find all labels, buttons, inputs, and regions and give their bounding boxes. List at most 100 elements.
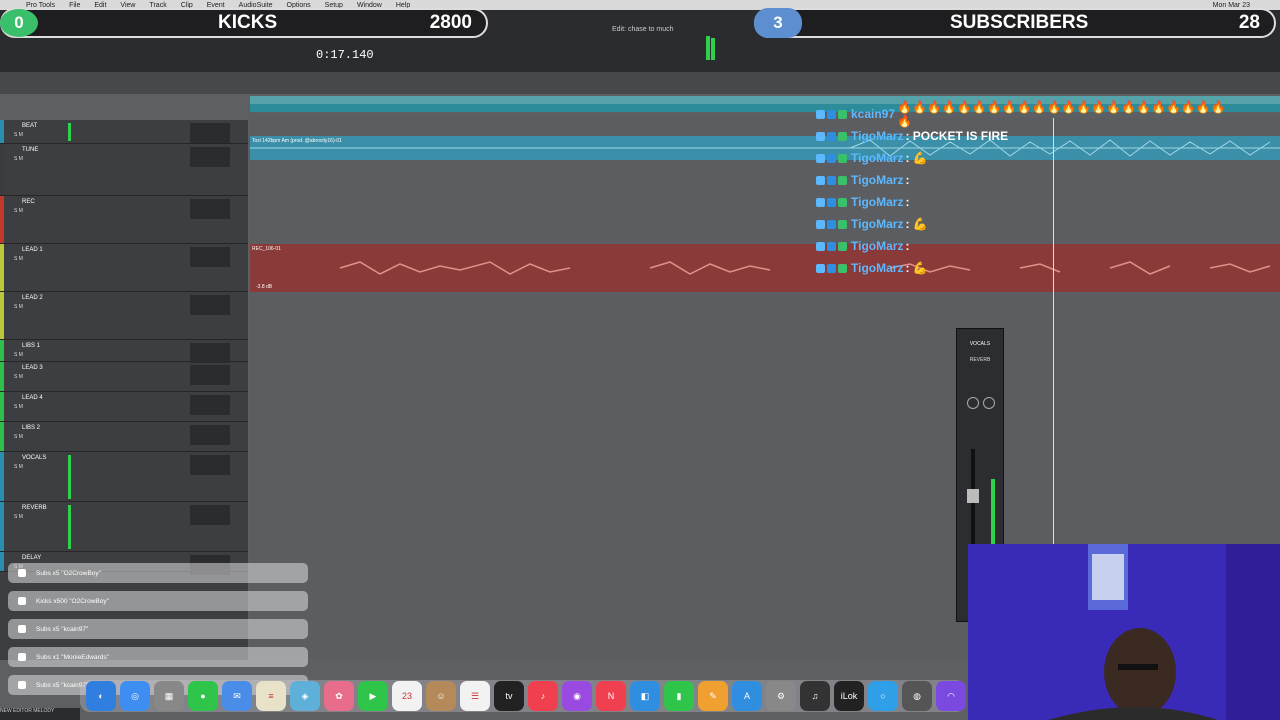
keynote-icon[interactable]: ◧ xyxy=(630,681,660,711)
subscriber-badge-icon xyxy=(816,175,825,185)
numbers-icon[interactable]: ▮ xyxy=(664,681,694,711)
track-name[interactable]: LEAD 4 xyxy=(22,395,43,401)
contacts-icon[interactable]: ☺ xyxy=(426,681,456,711)
chat-badges xyxy=(816,241,847,251)
track-buttons[interactable]: S M xyxy=(14,404,23,410)
photos-icon[interactable]: ✿ xyxy=(324,681,354,711)
track-buttons[interactable]: S M xyxy=(14,374,23,380)
moderator-badge-icon xyxy=(827,175,836,185)
track-header[interactable]: TUNE S M xyxy=(0,144,248,196)
track-header[interactable]: LEAD 1 S M xyxy=(0,244,248,292)
track-io[interactable] xyxy=(190,247,230,267)
ilok-icon[interactable]: iLok xyxy=(834,681,864,711)
volume-fader[interactable] xyxy=(967,489,979,503)
track-io[interactable] xyxy=(190,147,230,167)
track-name[interactable]: TUNE xyxy=(22,147,38,153)
pan-knob-right[interactable] xyxy=(983,397,995,409)
track-header[interactable]: VOCALS S M xyxy=(0,452,248,502)
track-header[interactable]: LIBS 2 S M xyxy=(0,422,248,452)
tv-icon[interactable]: tv xyxy=(494,681,524,711)
track-io[interactable] xyxy=(190,395,230,415)
track-buttons[interactable]: S M xyxy=(14,434,23,440)
track-color xyxy=(0,502,4,551)
track-header[interactable]: LEAD 3 S M xyxy=(0,362,248,392)
track-buttons[interactable]: S M xyxy=(14,132,23,138)
pan-knob-left[interactable] xyxy=(967,397,979,409)
maps-icon[interactable]: ◈ xyxy=(290,681,320,711)
appstore-icon[interactable]: A xyxy=(732,681,762,711)
track-name[interactable]: LIBS 2 xyxy=(22,425,40,431)
track-io[interactable] xyxy=(190,505,230,525)
vip-badge-icon xyxy=(838,131,847,141)
mail-icon[interactable]: ✉ xyxy=(222,681,252,711)
calendar-icon[interactable]: 23 xyxy=(392,681,422,711)
launchpad-icon[interactable]: ▦ xyxy=(154,681,184,711)
track-header[interactable]: REVERB S M xyxy=(0,502,248,552)
circle-app-icon[interactable]: ○ xyxy=(868,681,898,711)
notes-icon[interactable]: ≡ xyxy=(256,681,286,711)
protools-icon[interactable]: ◠ xyxy=(936,681,966,711)
chat-text: : 💪 xyxy=(905,261,928,275)
track-buttons[interactable]: S M xyxy=(14,352,23,358)
track-buttons[interactable]: S M xyxy=(14,514,23,520)
track-io[interactable] xyxy=(190,199,230,219)
track-color xyxy=(0,196,4,243)
notification-item: Kicks x500 "O2CrowBoy" xyxy=(8,591,308,611)
track-name[interactable]: LEAD 1 xyxy=(22,247,43,253)
track-meter xyxy=(68,505,71,549)
track-name[interactable]: DELAY xyxy=(22,555,41,561)
track-header[interactable]: LEAD 2 S M xyxy=(0,292,248,340)
track-io[interactable] xyxy=(190,343,230,363)
mixer-insert[interactable]: REVERB xyxy=(957,357,1003,363)
facetime-icon[interactable]: ▶ xyxy=(358,681,388,711)
timeline-ruler[interactable] xyxy=(0,72,1280,94)
notification-icon xyxy=(18,653,26,661)
track-color xyxy=(0,452,4,501)
chat-username: TigoMarz xyxy=(851,261,904,275)
chat-username: TigoMarz xyxy=(851,239,904,253)
track-name[interactable]: REVERB xyxy=(22,505,47,511)
track-buttons[interactable]: S M xyxy=(14,156,23,162)
podcasts-icon[interactable]: ◉ xyxy=(562,681,592,711)
audio-app-icon[interactable]: ◍ xyxy=(902,681,932,711)
track-buttons[interactable]: S M xyxy=(14,208,23,214)
chat-badges xyxy=(816,175,847,185)
moderator-badge-icon xyxy=(827,197,836,207)
track-header[interactable]: REC S M xyxy=(0,196,248,244)
chat-text: : 💪 xyxy=(905,151,928,165)
track-io[interactable] xyxy=(190,295,230,315)
finder-icon[interactable]: ◐ xyxy=(86,681,116,711)
vip-badge-icon xyxy=(838,153,847,163)
safari-icon[interactable]: ◎ xyxy=(120,681,150,711)
track-name[interactable]: REC xyxy=(22,199,35,205)
kicks-goal-bar: 0 KICKS 2800 xyxy=(0,8,488,38)
track-io[interactable] xyxy=(190,365,230,385)
garageband-icon[interactable]: ♫ xyxy=(800,681,830,711)
news-icon[interactable]: N xyxy=(596,681,626,711)
track-io[interactable] xyxy=(190,425,230,445)
track-name[interactable]: LEAD 3 xyxy=(22,365,43,371)
track-buttons[interactable]: S M xyxy=(14,464,23,470)
track-header[interactable]: LEAD 4 S M xyxy=(0,392,248,422)
pages-icon[interactable]: ✎ xyxy=(698,681,728,711)
track-header[interactable]: BEAT S M xyxy=(0,120,248,144)
track-name[interactable]: BEAT xyxy=(22,123,37,129)
messages-icon[interactable]: ● xyxy=(188,681,218,711)
track-color xyxy=(0,144,4,195)
track-buttons[interactable]: S M xyxy=(14,256,23,262)
settings-icon[interactable]: ⚙ xyxy=(766,681,796,711)
chat-message: TigoMarz: 💪 xyxy=(816,147,1236,169)
track-header[interactable]: LIBS 1 S M xyxy=(0,340,248,363)
main-counter[interactable]: 0:17.140 xyxy=(316,48,374,62)
track-io[interactable] xyxy=(190,123,230,143)
music-icon[interactable]: ♪ xyxy=(528,681,558,711)
reminders-icon[interactable]: ☰ xyxy=(460,681,490,711)
track-name[interactable]: LEAD 2 xyxy=(22,295,43,301)
track-name[interactable]: VOCALS xyxy=(22,455,46,461)
track-io[interactable] xyxy=(190,455,230,475)
track-name[interactable]: LIBS 1 xyxy=(22,343,40,349)
chat-username: TigoMarz xyxy=(851,195,904,209)
track-buttons[interactable]: S M xyxy=(14,304,23,310)
chat-text: : xyxy=(905,239,910,253)
subscriber-badge-icon xyxy=(816,153,825,163)
